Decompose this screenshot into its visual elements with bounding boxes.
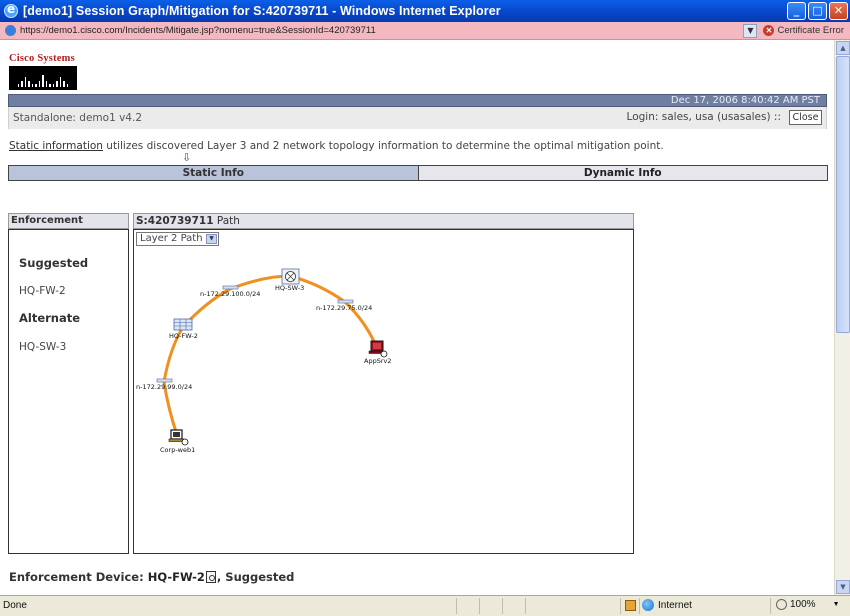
session-path-header: S:420739711 Path: [133, 213, 634, 229]
scroll-down-icon[interactable]: ▼: [836, 580, 850, 594]
cisco-brand-text: Cisco Systems: [9, 53, 75, 64]
globe-icon: [642, 599, 654, 611]
chevron-down-icon: ▼: [832, 601, 840, 608]
hq-fw-2-node[interactable]: HQ-FW-2: [169, 318, 198, 340]
zone-label: Internet: [658, 599, 692, 611]
scroll-thumb[interactable]: [836, 56, 850, 333]
suggested-heading: Suggested: [19, 256, 89, 270]
enforcement-device-name: HQ-FW-2: [147, 570, 205, 584]
window-title-bar: [demo1] Session Graph/Mitigation for S:4…: [0, 0, 850, 22]
close-window-button[interactable]: ✕: [829, 2, 848, 20]
status-separator: [770, 598, 771, 614]
device-details-icon[interactable]: [205, 571, 216, 583]
network-99-node[interactable]: n-172.29.99.0/24: [136, 378, 192, 391]
minimize-button[interactable]: _: [787, 2, 806, 20]
close-button[interactable]: Close: [789, 110, 822, 125]
enforcement-device-label: Enforcement Device:: [9, 570, 144, 584]
enforcement-device-status: , Suggested: [216, 570, 295, 584]
security-zone[interactable]: Internet: [642, 599, 692, 611]
appsrv2-label: AppSrv2: [364, 357, 391, 365]
status-text: Done: [3, 600, 27, 611]
status-separator: [620, 598, 621, 614]
network-100-label: n-172.29.100.0/24: [200, 290, 260, 298]
chevron-down-icon: ▼: [206, 234, 217, 244]
network-100-node[interactable]: n-172.29.100.0/24: [200, 285, 260, 298]
path-suffix: Path: [213, 215, 240, 227]
session-id: S:420739711: [136, 215, 214, 227]
certificate-error-button[interactable]: ✕ Certificate Error: [763, 25, 850, 36]
maximize-button[interactable]: □: [808, 2, 827, 20]
zoom-icon: [776, 599, 787, 610]
network-75-label: n-172.29.75.0/24: [316, 304, 372, 312]
session-info-bar: Standalone: demo1 v4.2 Login: sales, usa…: [8, 107, 827, 129]
zoom-control[interactable]: 100% ▼: [776, 599, 840, 610]
status-separator: [639, 598, 640, 614]
lock-icon: [625, 600, 636, 611]
hq-fw-2-label: HQ-FW-2: [169, 332, 198, 340]
cisco-bars-icon: [9, 66, 77, 90]
datetime-text: Dec 17, 2006 8:40:42 AM PST: [670, 95, 820, 106]
corp-web1-label: Corp-web1: [160, 446, 195, 454]
session-path-panel: Corp-web1 n-172.29.99.0/24 HQ-FW-2 n-172…: [133, 229, 634, 554]
date-bar: Dec 17, 2006 8:40:42 AM PST: [8, 94, 827, 107]
ie-icon: [4, 2, 18, 18]
alternate-device-hq-sw-3[interactable]: HQ-SW-3: [19, 341, 66, 353]
zoom-level: 100%: [790, 599, 816, 610]
scroll-up-icon[interactable]: ▲: [836, 41, 850, 55]
info-tabs: Static Info Dynamic Info: [8, 165, 828, 181]
certificate-error-label: Certificate Error: [777, 25, 844, 36]
path-type-value: Layer 2 Path: [140, 233, 203, 244]
path-type-select[interactable]: Layer 2 Path ▼: [136, 232, 219, 246]
arrow-down-icon: ⇩: [182, 151, 192, 164]
vertical-scrollbar[interactable]: ▲ ▼: [834, 40, 850, 595]
hq-sw-3-label: HQ-SW-3: [275, 284, 304, 292]
static-information-link[interactable]: Static information: [9, 140, 103, 152]
topology-graph: Corp-web1 n-172.29.99.0/24 HQ-FW-2 n-172…: [136, 268, 391, 454]
status-separator: [479, 598, 480, 614]
window-controls: _ □ ✕: [787, 2, 848, 20]
status-separator: [456, 598, 457, 614]
url-field[interactable]: https://demo1.cisco.com/Incidents/Mitiga…: [20, 25, 743, 36]
corp-web1-node[interactable]: Corp-web1: [160, 429, 195, 454]
address-bar: https://demo1.cisco.com/Incidents/Mitiga…: [0, 22, 850, 40]
page-content: Cisco Systems Dec 17, 2006 8:40:42 AM PS…: [0, 40, 834, 595]
status-bar: Done Internet 100% ▼: [0, 595, 850, 616]
login-info: Login: sales, usa (usasales) ::: [626, 111, 781, 123]
enforcement-devices-header: Enforcement Devices: [8, 213, 129, 240]
suggested-device-hq-fw-2[interactable]: HQ-FW-2: [19, 285, 66, 297]
page-icon: [5, 25, 16, 36]
tab-dynamic-info[interactable]: Dynamic Info: [418, 166, 827, 180]
network-75-node[interactable]: n-172.29.75.0/24: [316, 299, 372, 312]
certificate-error-icon: ✕: [763, 25, 775, 36]
cisco-logo: Cisco Systems: [9, 53, 77, 91]
tab-static-info[interactable]: Static Info: [9, 166, 419, 180]
address-dropdown-icon[interactable]: ▼: [743, 23, 758, 38]
status-separator: [502, 598, 503, 614]
info-description: Static information utilizes discovered L…: [9, 140, 664, 152]
enforcement-devices-panel: Suggested HQ-FW-2 Alternate HQ-SW-3: [8, 229, 129, 554]
network-99-label: n-172.29.99.0/24: [136, 383, 192, 391]
status-separator: [525, 598, 526, 614]
appsrv2-node[interactable]: AppSrv2: [364, 340, 391, 365]
standalone-version: Standalone: demo1 v4.2: [13, 112, 143, 124]
window-title: [demo1] Session Graph/Mitigation for S:4…: [23, 4, 501, 18]
alternate-heading: Alternate: [19, 311, 81, 325]
enforcement-device-summary: Enforcement Device: HQ-FW-2 , Suggested: [9, 570, 294, 584]
